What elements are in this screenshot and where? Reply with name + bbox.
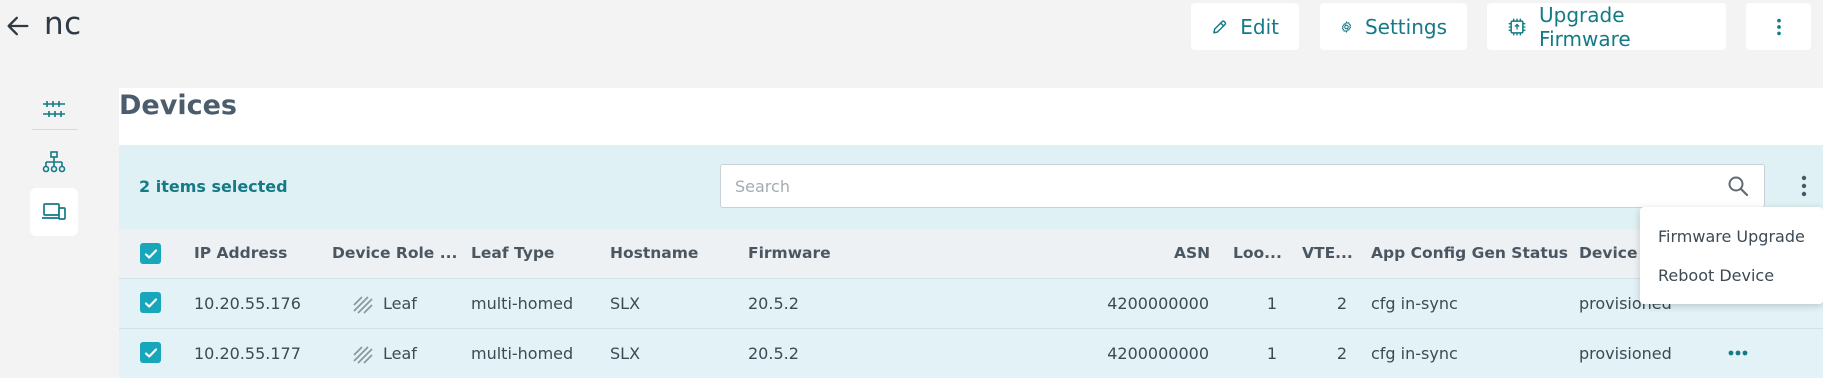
devices-icon xyxy=(42,203,66,220)
cell-loopback: 1 xyxy=(1266,344,1277,363)
rail-item-devices[interactable] xyxy=(30,188,78,236)
checkmark-icon xyxy=(144,248,157,259)
upgrade-firmware-button-label: Upgrade Firmware xyxy=(1539,2,1631,51)
settings-button-label: Settings xyxy=(1364,14,1447,39)
topology-icon xyxy=(42,151,66,173)
header-more-button[interactable] xyxy=(1746,3,1811,50)
column-header-asn[interactable]: ASN xyxy=(1174,244,1210,262)
edit-button-label: Edit xyxy=(1240,14,1279,39)
select-all-checkbox[interactable] xyxy=(140,243,161,264)
row-checkbox[interactable] xyxy=(140,292,161,313)
cell-firmware: 20.5.2 xyxy=(748,344,799,363)
column-header-loopback[interactable]: Loo... xyxy=(1233,244,1282,262)
upgrade-firmware-button[interactable]: Upgrade Firmware xyxy=(1487,2,1726,51)
cell-loopback: 1 xyxy=(1266,294,1277,313)
toolbar-more-icon[interactable] xyxy=(1792,172,1816,200)
cell-asn: 4200000000 xyxy=(1107,344,1209,363)
vertical-dots-icon xyxy=(1776,18,1781,35)
leaf-role-icon xyxy=(353,296,373,314)
actions-menu: Firmware Upgrade Reboot Device xyxy=(1640,207,1823,304)
pencil-icon xyxy=(1213,19,1227,33)
cell-ip-address: 10.20.55.176 xyxy=(194,294,301,313)
rail-divider xyxy=(32,129,78,130)
row-checkbox[interactable] xyxy=(140,342,161,363)
cell-leaf-type: multi-homed xyxy=(471,294,574,313)
cell-hostname: SLX xyxy=(610,294,641,313)
sliders-icon xyxy=(43,101,65,117)
back-arrow-icon[interactable] xyxy=(4,12,32,40)
cell-ip-address: 10.20.55.177 xyxy=(194,344,301,363)
column-header-device-role[interactable]: Device Role ... xyxy=(332,244,457,262)
search-input[interactable] xyxy=(735,176,1726,196)
search-icon[interactable] xyxy=(1726,174,1750,198)
column-header-hostname[interactable]: Hostname xyxy=(610,244,698,262)
selected-count: 2 items selected xyxy=(139,177,288,196)
column-header-device-state[interactable]: Device I xyxy=(1579,244,1649,262)
row-actions-icon[interactable] xyxy=(1723,347,1753,359)
column-header-ip-address[interactable]: IP Address xyxy=(194,244,287,262)
menu-item-reboot-device[interactable]: Reboot Device xyxy=(1658,266,1774,285)
cell-device-state: provisioned xyxy=(1579,344,1672,363)
page-title: nc xyxy=(44,6,82,42)
cell-vtep: 2 xyxy=(1336,344,1347,363)
rail-item-settings[interactable] xyxy=(30,85,78,133)
cell-app-config-gen-status: cfg in-sync xyxy=(1371,344,1458,363)
column-header-app-config-gen-status[interactable]: App Config Gen Status xyxy=(1371,244,1568,262)
cell-leaf-type: multi-homed xyxy=(471,344,574,363)
gear-icon xyxy=(1341,20,1352,33)
card-title: Devices xyxy=(119,90,237,121)
cell-vtep: 2 xyxy=(1336,294,1347,313)
cell-hostname: SLX xyxy=(610,344,641,363)
settings-button[interactable]: Settings xyxy=(1320,3,1467,50)
checkmark-icon xyxy=(144,297,157,308)
menu-item-firmware-upgrade[interactable]: Firmware Upgrade xyxy=(1658,227,1805,246)
leaf-role-icon xyxy=(353,346,373,364)
table-row[interactable] xyxy=(119,328,1823,378)
search-field[interactable] xyxy=(720,164,1765,208)
edit-button[interactable]: Edit xyxy=(1191,3,1299,50)
checkmark-icon xyxy=(144,347,157,358)
table-row[interactable] xyxy=(119,278,1823,328)
chip-upgrade-icon xyxy=(1508,18,1526,35)
cell-firmware: 20.5.2 xyxy=(748,294,799,313)
column-header-leaf-type[interactable]: Leaf Type xyxy=(471,244,554,262)
cell-device-role: Leaf xyxy=(383,294,417,313)
cell-app-config-gen-status: cfg in-sync xyxy=(1371,294,1458,313)
column-header-firmware[interactable]: Firmware xyxy=(748,244,831,262)
cell-asn: 4200000000 xyxy=(1107,294,1209,313)
rail-item-topology[interactable] xyxy=(30,138,78,186)
column-header-vtep[interactable]: VTE... xyxy=(1302,244,1353,262)
cell-device-role: Leaf xyxy=(383,344,417,363)
